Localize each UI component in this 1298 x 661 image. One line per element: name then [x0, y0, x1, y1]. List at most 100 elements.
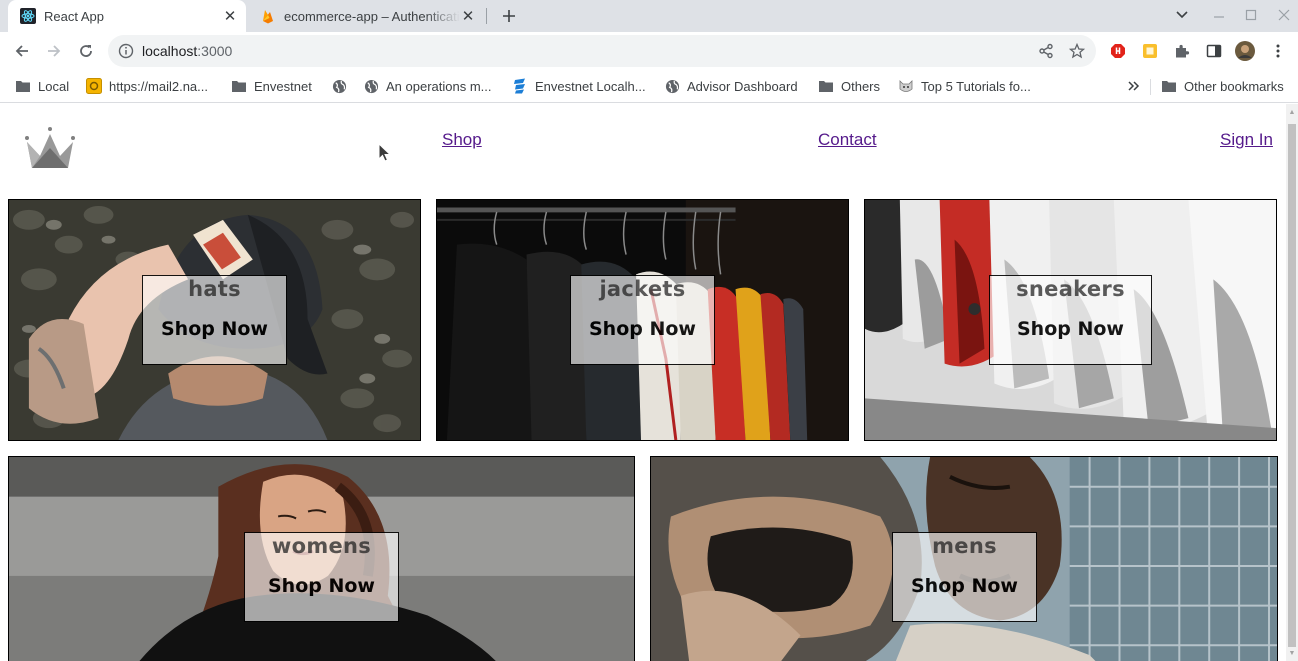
category-title: jackets: [599, 277, 686, 301]
shop-now-button[interactable]: Shop Now: [1017, 318, 1124, 340]
mouse-cursor-icon: [378, 143, 392, 162]
bookmark-operations[interactable]: An operations m...: [363, 77, 492, 95]
maximize-icon: [1245, 9, 1257, 21]
puzzle-icon: [1176, 44, 1190, 58]
page-viewport: Shop Contact Sign In hats Shop Now jacke…: [0, 104, 1286, 661]
minimize-icon: [1214, 16, 1224, 18]
tab-strip: React App ✕ ecommerce-app – Authenticati…: [0, 0, 1298, 32]
category-title: hats: [188, 277, 241, 301]
url-host: localhost: [142, 43, 198, 59]
cat-icon: [898, 78, 914, 94]
category-title: womens: [271, 534, 372, 558]
bookmark-label: Local: [38, 78, 70, 94]
bookmark-top5-tutorials[interactable]: Top 5 Tutorials fo...: [898, 77, 1031, 95]
bookmark-mail[interactable]: https://mail2.na...: [86, 77, 208, 95]
close-tab-icon[interactable]: ✕: [222, 8, 238, 25]
info-icon[interactable]: [118, 43, 134, 59]
kebab-menu-icon: [1276, 44, 1280, 58]
crown-logo-icon[interactable]: [20, 126, 80, 172]
shop-now-button[interactable]: Shop Now: [911, 575, 1018, 597]
category-card-mens[interactable]: mens Shop Now: [650, 456, 1278, 661]
browser-toolbar: localhost:3000: [0, 32, 1298, 70]
globe-icon: [331, 78, 347, 94]
category-overlay[interactable]: jackets Shop Now: [570, 275, 715, 365]
scroll-down-icon[interactable]: ▼: [1288, 649, 1296, 657]
star-icon[interactable]: [1069, 43, 1085, 59]
envestnet-icon: [512, 78, 528, 94]
shop-now-button[interactable]: Shop Now: [268, 575, 375, 597]
shop-now-button[interactable]: Shop Now: [589, 318, 696, 340]
share-icon[interactable]: [1038, 43, 1054, 59]
nav-shop-link[interactable]: Shop: [442, 130, 482, 150]
double-chevron-icon: [1128, 81, 1140, 91]
tab-react-app[interactable]: React App ✕: [8, 0, 246, 32]
bookmark-label: Envestnet Localh...: [535, 78, 646, 94]
category-title: mens: [932, 534, 997, 558]
plus-icon: [503, 10, 515, 22]
nav-contact-link[interactable]: Contact: [818, 130, 877, 150]
more-bookmarks-button[interactable]: [1128, 77, 1140, 95]
back-button[interactable]: [10, 39, 34, 63]
close-tab-icon[interactable]: ✕: [460, 8, 476, 25]
extensions-button[interactable]: [1172, 41, 1192, 61]
bookmark-envestnet-folder[interactable]: Envestnet: [231, 77, 312, 95]
react-icon: [20, 8, 36, 24]
category-card-sneakers[interactable]: sneakers Shop Now: [864, 199, 1277, 441]
nav-signin-link[interactable]: Sign In: [1220, 130, 1273, 150]
profile-avatar[interactable]: [1235, 41, 1255, 61]
folder-icon: [231, 78, 247, 94]
bookmark-envestnet-localhost[interactable]: Envestnet Localh...: [512, 77, 646, 95]
bookmark-globe[interactable]: [331, 77, 354, 95]
tab-title: React App: [44, 8, 104, 24]
scroll-up-icon[interactable]: ▲: [1288, 108, 1296, 116]
category-overlay[interactable]: hats Shop Now: [142, 275, 287, 365]
side-panel-icon: [1206, 44, 1222, 58]
category-title: sneakers: [1016, 277, 1125, 301]
bookmark-label: An operations m...: [386, 78, 492, 94]
bookmark-label: https://mail2.na...: [109, 78, 208, 94]
bookmark-other-bookmarks[interactable]: Other bookmarks: [1161, 77, 1284, 95]
bookmark-local[interactable]: Local: [15, 77, 69, 95]
category-card-womens[interactable]: womens Shop Now: [8, 456, 635, 661]
folder-icon: [818, 78, 834, 94]
bookmark-label: Others: [841, 78, 881, 94]
adblock-extension-icon[interactable]: [1108, 41, 1128, 61]
chevron-down-icon: [1176, 11, 1188, 19]
side-panel-button[interactable]: [1204, 41, 1224, 61]
tab-search-button[interactable]: [1170, 4, 1194, 26]
category-overlay[interactable]: mens Shop Now: [892, 532, 1037, 622]
bookmark-label: Envestnet: [254, 78, 312, 94]
scrollbar-thumb[interactable]: [1288, 124, 1296, 647]
category-card-jackets[interactable]: jackets Shop Now: [436, 199, 849, 441]
bookmark-label: Top 5 Tutorials fo...: [921, 78, 1031, 94]
globe-icon: [363, 78, 379, 94]
bookmark-advisor-dashboard[interactable]: Advisor Dashboard: [664, 77, 798, 95]
folder-icon: [1161, 78, 1177, 94]
category-overlay[interactable]: sneakers Shop Now: [989, 275, 1152, 365]
forward-button[interactable]: [42, 39, 66, 63]
maximize-button[interactable]: [1239, 4, 1263, 26]
minimize-button[interactable]: [1207, 4, 1231, 26]
tab-ecommerce-auth[interactable]: ecommerce-app – Authentication ✕: [248, 0, 484, 32]
tab-separator: [486, 8, 487, 24]
address-bar[interactable]: localhost:3000: [108, 35, 1096, 67]
bookmark-others[interactable]: Others: [818, 77, 880, 95]
category-overlay[interactable]: womens Shop Now: [244, 532, 399, 622]
tab-title: ecommerce-app – Authentication: [284, 8, 460, 24]
page-scrollbar[interactable]: ▲ ▼: [1286, 104, 1298, 661]
new-tab-button[interactable]: [499, 6, 519, 26]
shop-now-button[interactable]: Shop Now: [161, 318, 268, 340]
reload-button[interactable]: [74, 39, 98, 63]
arrow-right-icon: [48, 45, 61, 57]
globe-icon: [664, 78, 680, 94]
close-window-button[interactable]: [1272, 4, 1296, 26]
notes-extension-icon[interactable]: [1140, 41, 1160, 61]
url-text[interactable]: localhost:3000: [142, 43, 232, 59]
firebase-icon: [263, 10, 273, 24]
menu-button[interactable]: [1268, 41, 1288, 61]
close-icon: [1278, 9, 1290, 21]
url-port: :3000: [197, 43, 233, 59]
bookmarks-bar: Local https://mail2.na... Envestnet An o…: [0, 70, 1298, 103]
bookmarks-separator: [1150, 79, 1151, 95]
category-card-hats[interactable]: hats Shop Now: [8, 199, 421, 441]
